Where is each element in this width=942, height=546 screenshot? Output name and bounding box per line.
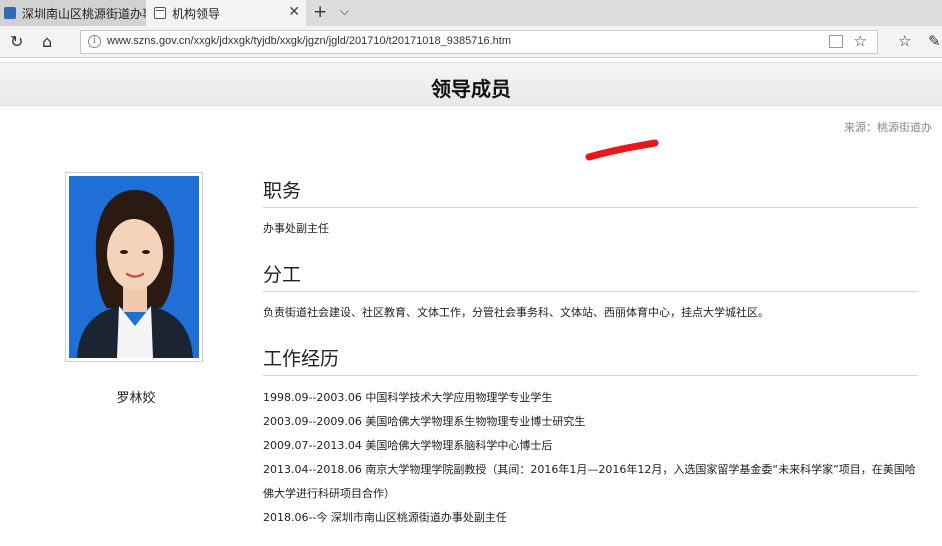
section-title-experience: 工作经历 xyxy=(263,344,918,376)
close-icon[interactable]: ✕ xyxy=(288,4,300,20)
experience-item: 1998.09--2003.06 中国科学技术大学应用物理学专业学生 xyxy=(263,391,553,404)
experience-item: 2018.06--今 深圳市南山区桃源街道办事处副主任 xyxy=(263,511,507,524)
portrait-photo xyxy=(65,172,203,362)
page-title: 领导成员 xyxy=(431,77,511,101)
info-icon[interactable]: i xyxy=(88,35,101,48)
experience-item: 2013.04--2018.06 南京大学物理学院副教授（其间：2016年1月—… xyxy=(263,463,916,500)
favorites-icon[interactable]: ☆ xyxy=(898,32,911,50)
star-icon[interactable]: ☆ xyxy=(854,32,867,50)
reading-view-icon[interactable] xyxy=(829,35,843,48)
address-bar[interactable]: i www.szns.gov.cn/xxgk/jdxxgk/tyjdb/xxgk… xyxy=(80,30,878,54)
division-text: 负责街道社会建设、社区教育、文体工作，分管社会事务科、文体站、西丽体育中心，挂点… xyxy=(263,306,769,319)
page-heading-bar: 领导成员 xyxy=(0,62,942,106)
url-text[interactable]: www.szns.gov.cn/xxgk/jdxxgk/tyjdb/xxgk/j… xyxy=(107,35,511,47)
refresh-icon[interactable]: ↻ xyxy=(10,32,23,51)
person-name: 罗林姣 xyxy=(116,391,156,406)
experience-item: 2003.09--2009.06 美国哈佛大学物理系生物物理专业博士研究生 xyxy=(263,415,586,428)
home-icon[interactable]: ⌂ xyxy=(42,32,52,51)
source-label: 来源：桃源街道办 xyxy=(844,121,932,134)
experience-item: 2009.07--2013.04 美国哈佛大学物理系脑科学中心博士后 xyxy=(263,439,553,452)
chevron-down-icon[interactable]: ⌵ xyxy=(340,4,349,19)
portrait-image xyxy=(69,176,199,358)
duty-text: 办事处副主任 xyxy=(263,222,329,235)
pen-icon[interactable]: ✎ xyxy=(928,32,941,50)
site-favicon-icon xyxy=(4,7,16,19)
address-toolbar: ↻ ⌂ i www.szns.gov.cn/xxgk/jdxxgk/tyjdb/… xyxy=(0,26,942,58)
tab-bar: 深圳南山区桃源街道办事处 机构领导 ✕ + ⌵ xyxy=(0,0,942,26)
tab-title: 机构领导 xyxy=(172,6,221,21)
page-icon xyxy=(154,7,166,19)
experience-list: 1998.09--2003.06 中国科学技术大学应用物理学专业学生 2003.… xyxy=(263,386,923,530)
section-title-division: 分工 xyxy=(263,260,918,292)
tab-title: 深圳南山区桃源街道办事处 xyxy=(22,6,146,21)
red-annotation-mark xyxy=(585,139,659,161)
tab-szns[interactable]: 深圳南山区桃源街道办事处 xyxy=(0,0,146,26)
tab-active[interactable]: 机构领导 ✕ xyxy=(146,0,306,26)
plus-icon[interactable]: + xyxy=(313,2,327,22)
section-title-duty: 职务 xyxy=(263,176,918,208)
